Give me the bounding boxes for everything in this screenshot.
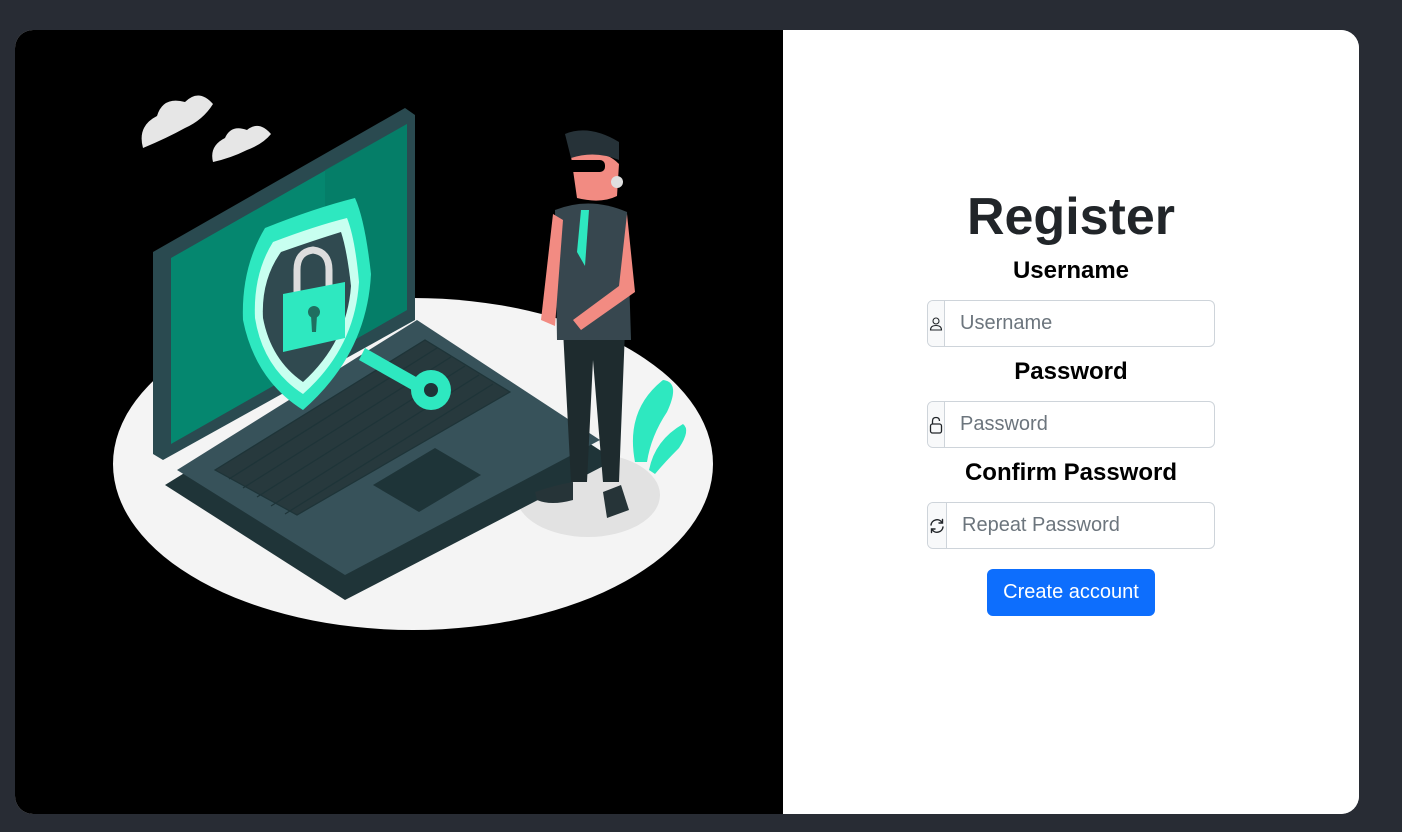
username-input-group [927, 300, 1215, 347]
page-title: Register [966, 188, 1176, 246]
security-illustration [15, 30, 783, 814]
password-input-group [927, 401, 1215, 448]
person-icon [928, 301, 945, 346]
cloud-icon [141, 95, 271, 162]
confirm-password-input-group [927, 502, 1215, 549]
confirm-password-label: Confirm Password [964, 459, 1178, 486]
lock-icon [928, 402, 945, 447]
password-label: Password [1014, 358, 1128, 385]
password-input[interactable] [945, 402, 1214, 447]
create-account-button[interactable]: Create account [987, 569, 1155, 616]
register-form: Register Username Password [927, 186, 1215, 616]
username-label: Username [1012, 257, 1130, 284]
refresh-icon [928, 503, 947, 548]
username-input[interactable] [945, 301, 1214, 346]
register-card: Register Username Password [15, 30, 1359, 814]
register-form-panel: Register Username Password [783, 30, 1359, 814]
confirm-password-input[interactable] [947, 503, 1214, 548]
